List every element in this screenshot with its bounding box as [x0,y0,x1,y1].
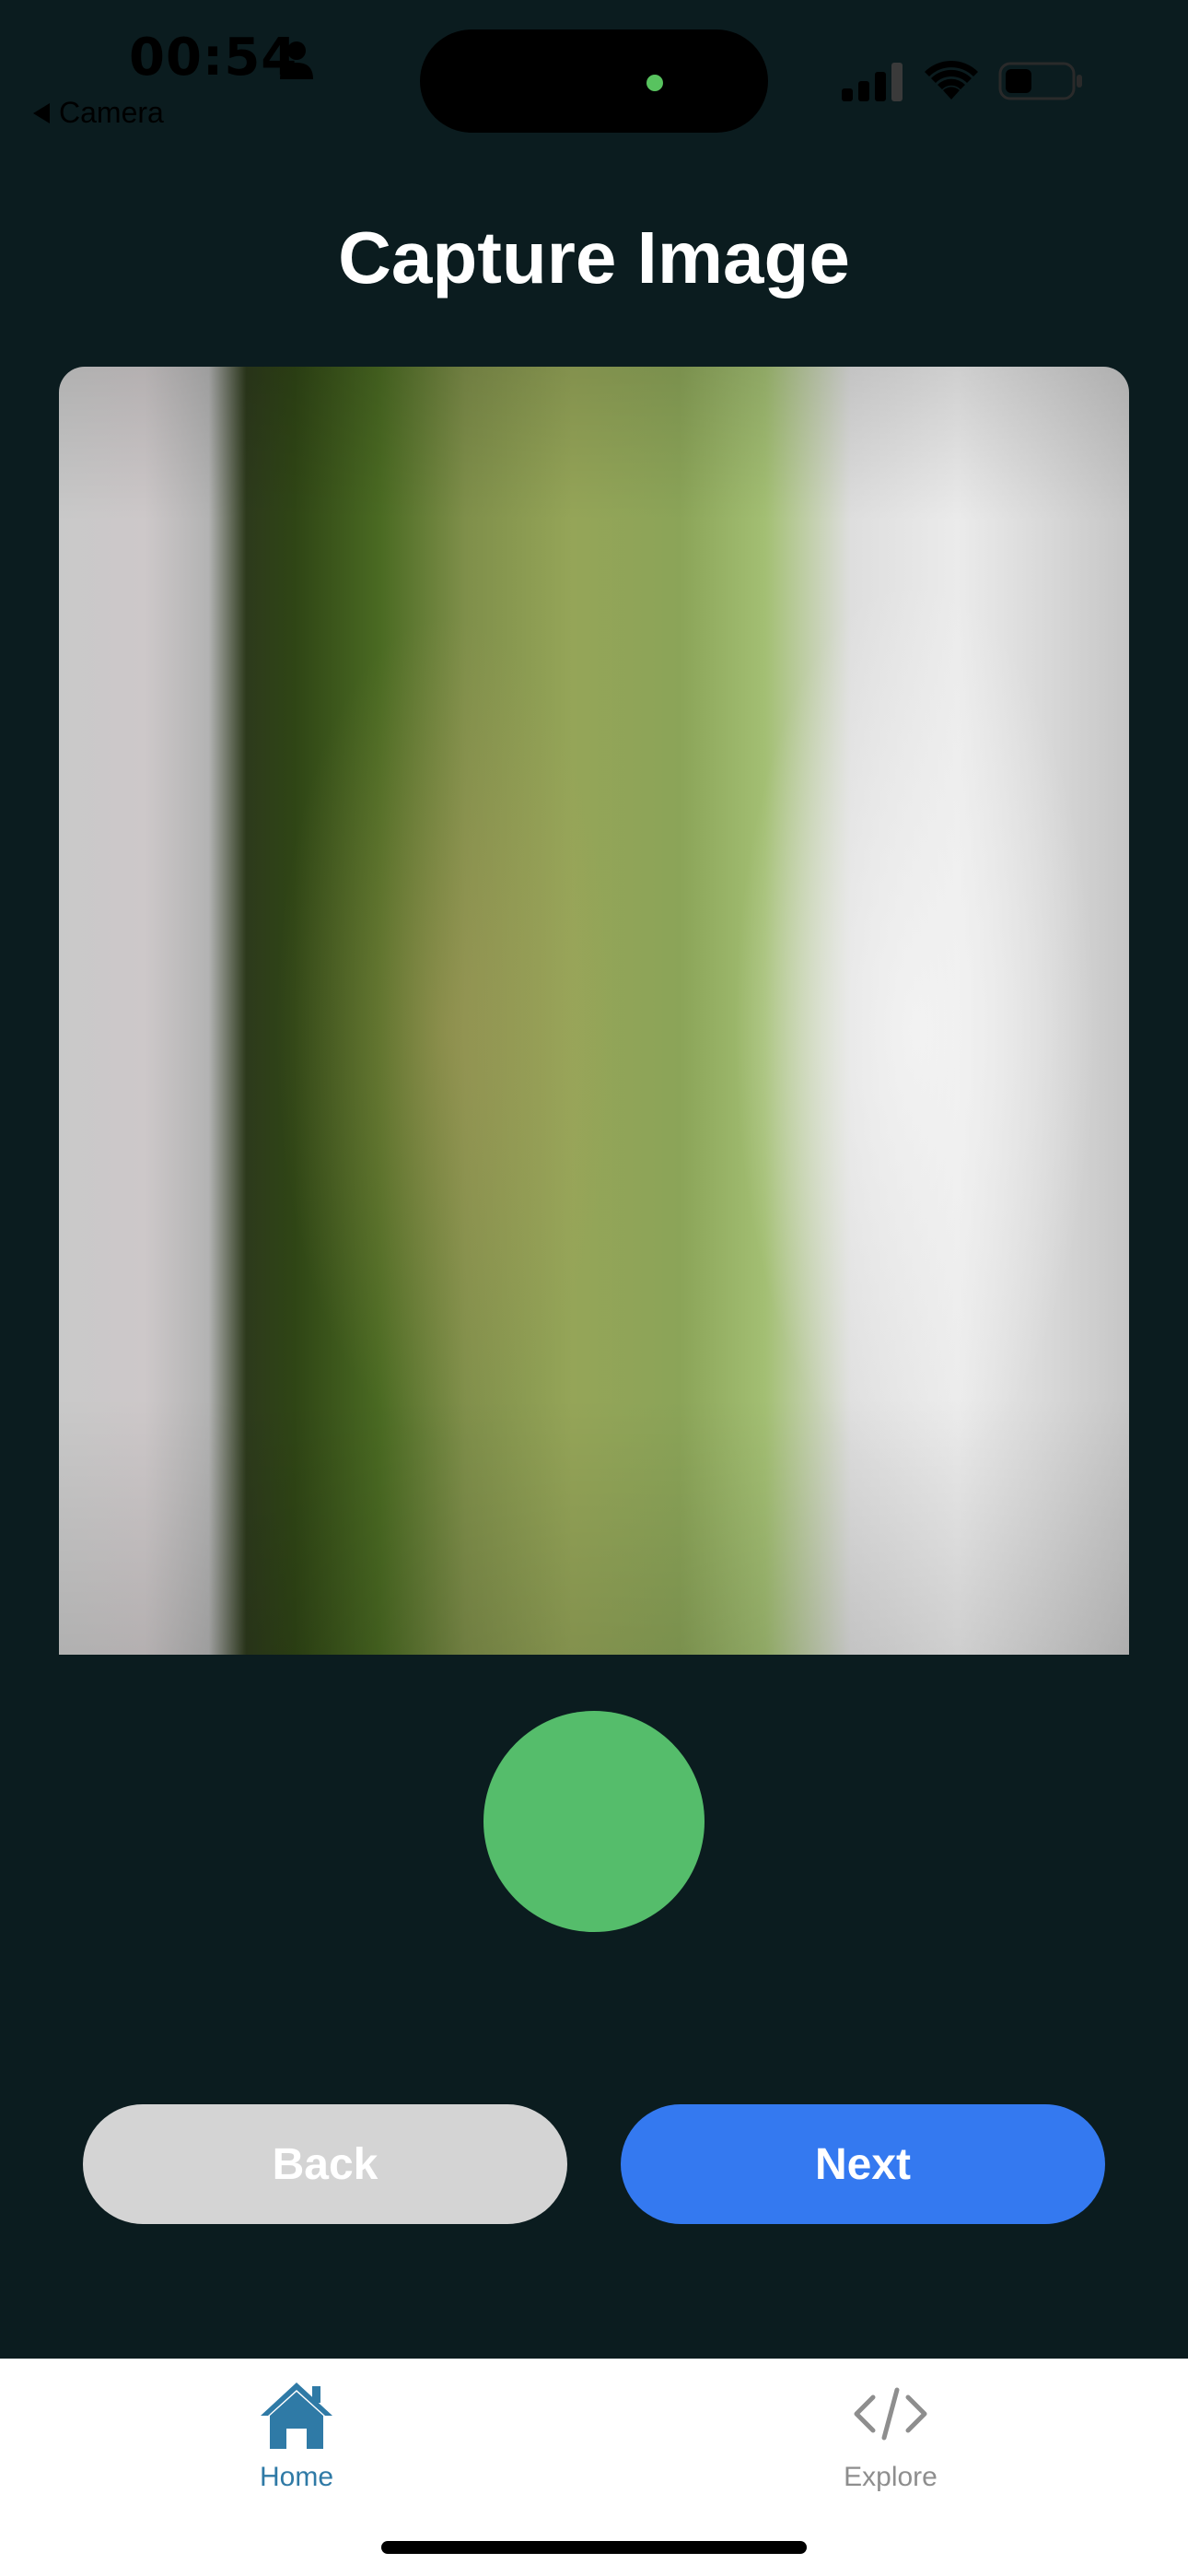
next-button[interactable]: Next [621,2104,1105,2224]
battery-icon [998,62,1082,100]
back-button[interactable]: Back [83,2104,567,2224]
code-icon [854,2387,927,2441]
tab-explore-label: Explore [844,2462,938,2492]
status-time: 00:54 [129,28,298,88]
back-to-camera-label: Camera [59,96,164,129]
tab-home[interactable]: Home [186,2379,407,2517]
wifi-icon [925,60,978,100]
camera-preview[interactable] [59,367,1129,1655]
preview-vignette [59,367,1129,1655]
capture-image-screen: 00:54 Camera Capture Image Back Next Hom… [0,0,1188,2576]
back-to-camera-link[interactable]: Camera [33,96,164,130]
home-icon [261,2383,332,2449]
page-title: Capture Image [338,217,850,299]
cellular-signal-icon [842,63,903,101]
home-indicator[interactable] [381,2541,807,2554]
back-triangle-icon [33,102,50,123]
camera-in-use-indicator [646,75,663,91]
tab-home-label: Home [259,2462,334,2492]
capture-shutter-button[interactable] [483,1711,705,1932]
dynamic-island [420,29,768,133]
tab-explore[interactable]: Explore [780,2379,1001,2517]
person-icon [280,41,313,79]
